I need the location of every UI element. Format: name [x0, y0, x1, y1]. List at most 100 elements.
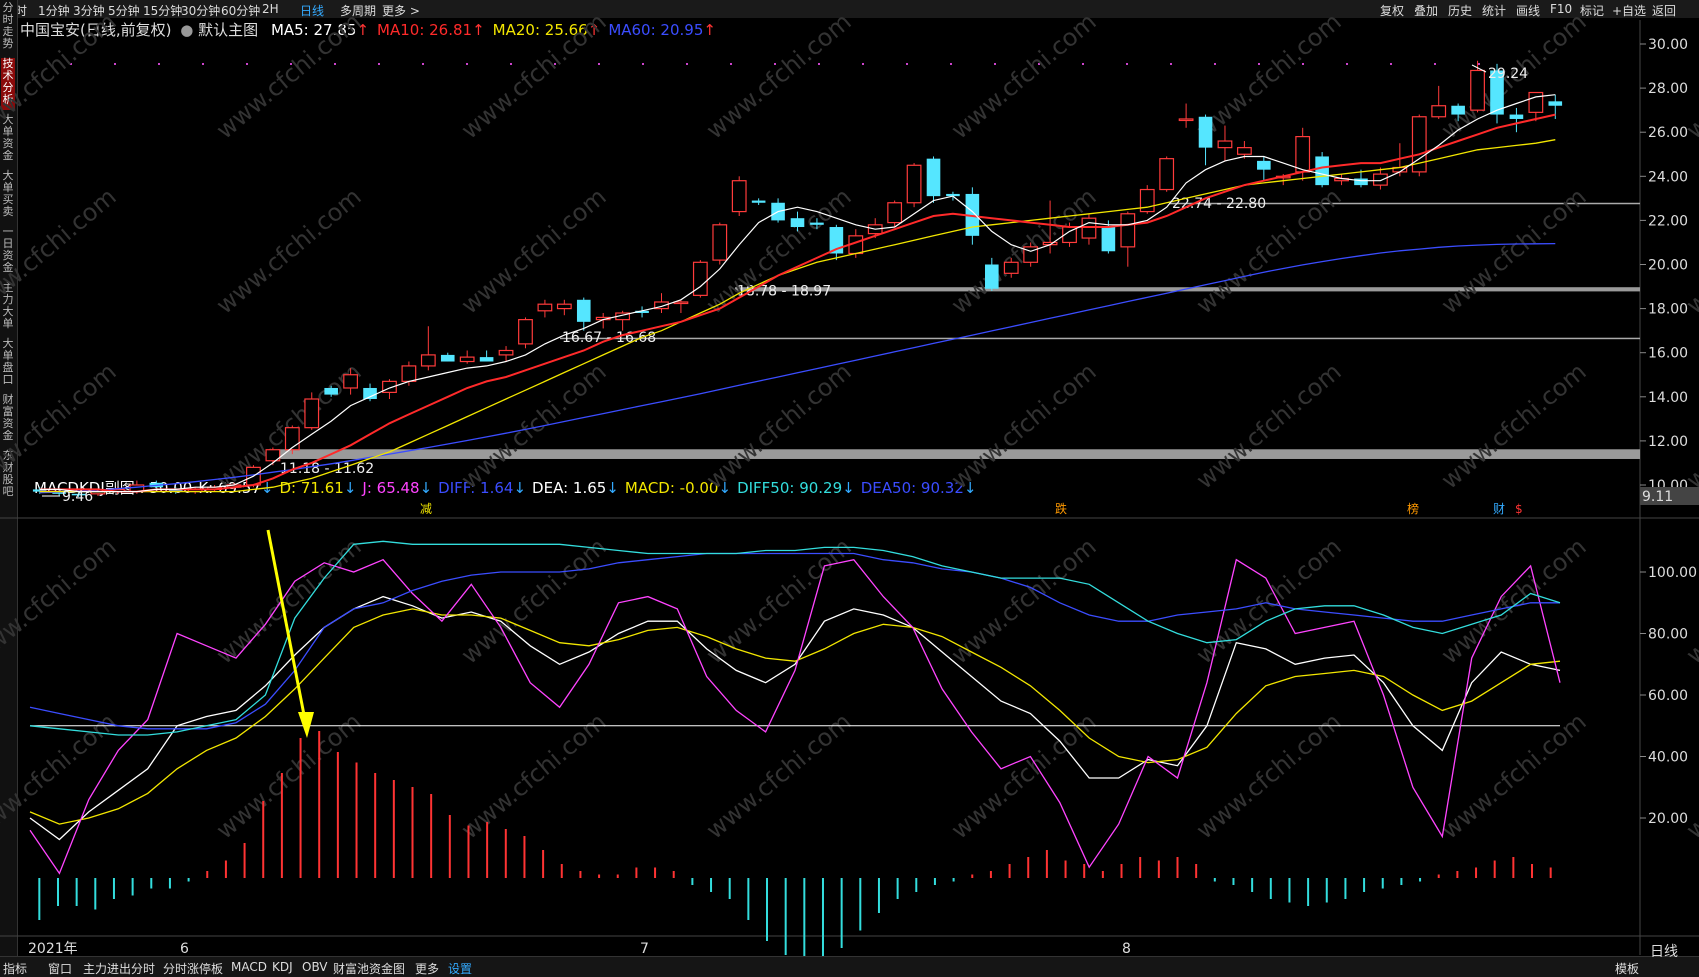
candle-body — [1101, 227, 1116, 252]
watermark: www.cfchi.com — [1681, 357, 1699, 494]
grid-dot — [1390, 63, 1392, 65]
bottom-tab[interactable]: 设置 — [448, 960, 472, 977]
y-tick-label: 14.00 — [1648, 390, 1688, 406]
grid-dot — [686, 63, 688, 65]
watermark: www.cfchi.com — [456, 7, 612, 144]
y-tick-label: 16.00 — [1648, 346, 1688, 362]
grid-dot — [642, 63, 644, 65]
candle-body — [810, 222, 824, 225]
watermark: www.cfchi.com — [701, 7, 857, 144]
watermark: www.cfchi.com — [0, 182, 122, 319]
bottom-tab[interactable]: MACD — [231, 960, 267, 974]
candle-body — [1257, 160, 1271, 170]
grid-dot — [1082, 63, 1084, 65]
event-mark: 减 — [420, 502, 432, 516]
x-tick-label: 2021年 — [28, 941, 78, 957]
watermark: www.cfchi.com — [946, 532, 1102, 669]
candle-body — [1373, 173, 1388, 186]
watermark: www.cfchi.com — [211, 7, 367, 144]
candle-body — [324, 387, 338, 395]
event-mark: 跌 — [1055, 501, 1067, 516]
grid-dot — [422, 63, 424, 65]
candle-body — [537, 303, 553, 312]
candle-body — [1509, 114, 1524, 119]
y-tick-label: 12.00 — [1648, 434, 1688, 450]
watermark: www.cfchi.com — [1191, 707, 1347, 844]
candle-body — [1431, 105, 1447, 118]
grid-dot — [378, 63, 380, 65]
candle-body — [1354, 178, 1368, 186]
candle-body — [498, 349, 514, 356]
template-button[interactable]: 模板 — [1615, 960, 1639, 977]
period-label[interactable]: 日线 — [1650, 941, 1678, 961]
bottom-tab[interactable]: 财富池资金图 — [333, 960, 405, 977]
y-tick-label: 18.00 — [1648, 302, 1688, 318]
candle-body — [401, 365, 417, 382]
watermark: www.cfchi.com — [1436, 707, 1592, 844]
y-tick-label: 22.00 — [1648, 213, 1688, 229]
event-mark: $ — [1515, 502, 1523, 516]
candle-body — [1451, 105, 1465, 115]
bottom-tab[interactable]: 主力进出分时 — [83, 960, 155, 977]
sub-y-tick-label: 100.00 — [1648, 565, 1697, 581]
grid-dot — [334, 63, 336, 65]
x-tick-label: 8 — [1122, 941, 1131, 957]
candle-body — [1236, 147, 1252, 155]
bottom-tab[interactable]: 分时涨停板 — [163, 960, 223, 977]
grid-dot — [466, 63, 468, 65]
candle-body — [1159, 158, 1175, 191]
low-label: 9.46 — [62, 489, 93, 505]
arrow-head-icon — [298, 712, 314, 738]
x-tick-label: 6 — [180, 941, 189, 957]
price-zone — [560, 337, 1640, 340]
candle-body — [1528, 91, 1544, 113]
candle-body — [712, 224, 728, 261]
watermark: www.cfchi.com — [456, 182, 612, 319]
watermark: www.cfchi.com — [701, 357, 857, 494]
candle-body — [1081, 217, 1097, 239]
bottom-tab[interactable]: OBV — [302, 960, 328, 974]
bottom-bar: 指标 窗口 主力进出分时 分时涨停板 MACD KDJ OBV 财富池资金图 更多 设置 模板 日… — [0, 944, 1699, 977]
candle-body — [1003, 261, 1019, 274]
bottom-tab[interactable]: 指标 — [3, 960, 27, 977]
candle-body — [1315, 156, 1329, 186]
grid-dot — [1170, 63, 1172, 65]
watermark: www.cfchi.com — [456, 357, 612, 494]
candle-body — [673, 301, 689, 305]
candle-body — [1217, 140, 1233, 149]
bottom-tab[interactable]: 窗口 — [48, 960, 72, 977]
watermark: www.cfchi.com — [0, 532, 122, 669]
candle-body — [906, 164, 922, 204]
y-tick-label: 28.00 — [1648, 81, 1688, 97]
y-tick-label: 24.00 — [1648, 169, 1688, 185]
event-mark: 榜 — [1407, 501, 1419, 516]
watermark: www.cfchi.com — [456, 707, 612, 844]
grid-dot — [950, 63, 952, 65]
grid-dot — [994, 63, 996, 65]
candle-body — [576, 299, 591, 322]
chart-canvas: 10.0012.0014.0016.0018.0020.0022.0024.00… — [0, 7, 1699, 962]
candle-body — [1295, 136, 1311, 173]
watermark: www.cfchi.com — [1681, 7, 1699, 144]
candle-body — [1198, 116, 1213, 148]
bottom-tab[interactable]: 更多 — [415, 960, 439, 977]
grid-dot — [202, 63, 204, 65]
candle-body — [420, 354, 436, 367]
candle-body — [790, 218, 805, 228]
grid-dot — [114, 63, 116, 65]
y-tick-label: 20.00 — [1648, 258, 1688, 274]
watermark: www.cfchi.com — [1681, 532, 1699, 669]
high-label: 29.24 — [1488, 66, 1528, 82]
watermark: www.cfchi.com — [0, 7, 122, 144]
candle-body — [985, 264, 999, 289]
grid-dot — [1126, 63, 1128, 65]
candle-body — [1178, 118, 1194, 122]
grid-dot — [1214, 63, 1216, 65]
candle-body — [887, 202, 903, 224]
watermark: www.cfchi.com — [1436, 532, 1592, 669]
grid-dot — [598, 63, 600, 65]
bottom-tab[interactable]: KDJ — [272, 960, 293, 974]
sub-y-tick-label: 20.00 — [1648, 811, 1688, 827]
candle-body — [440, 354, 455, 362]
watermark: www.cfchi.com — [946, 357, 1102, 494]
